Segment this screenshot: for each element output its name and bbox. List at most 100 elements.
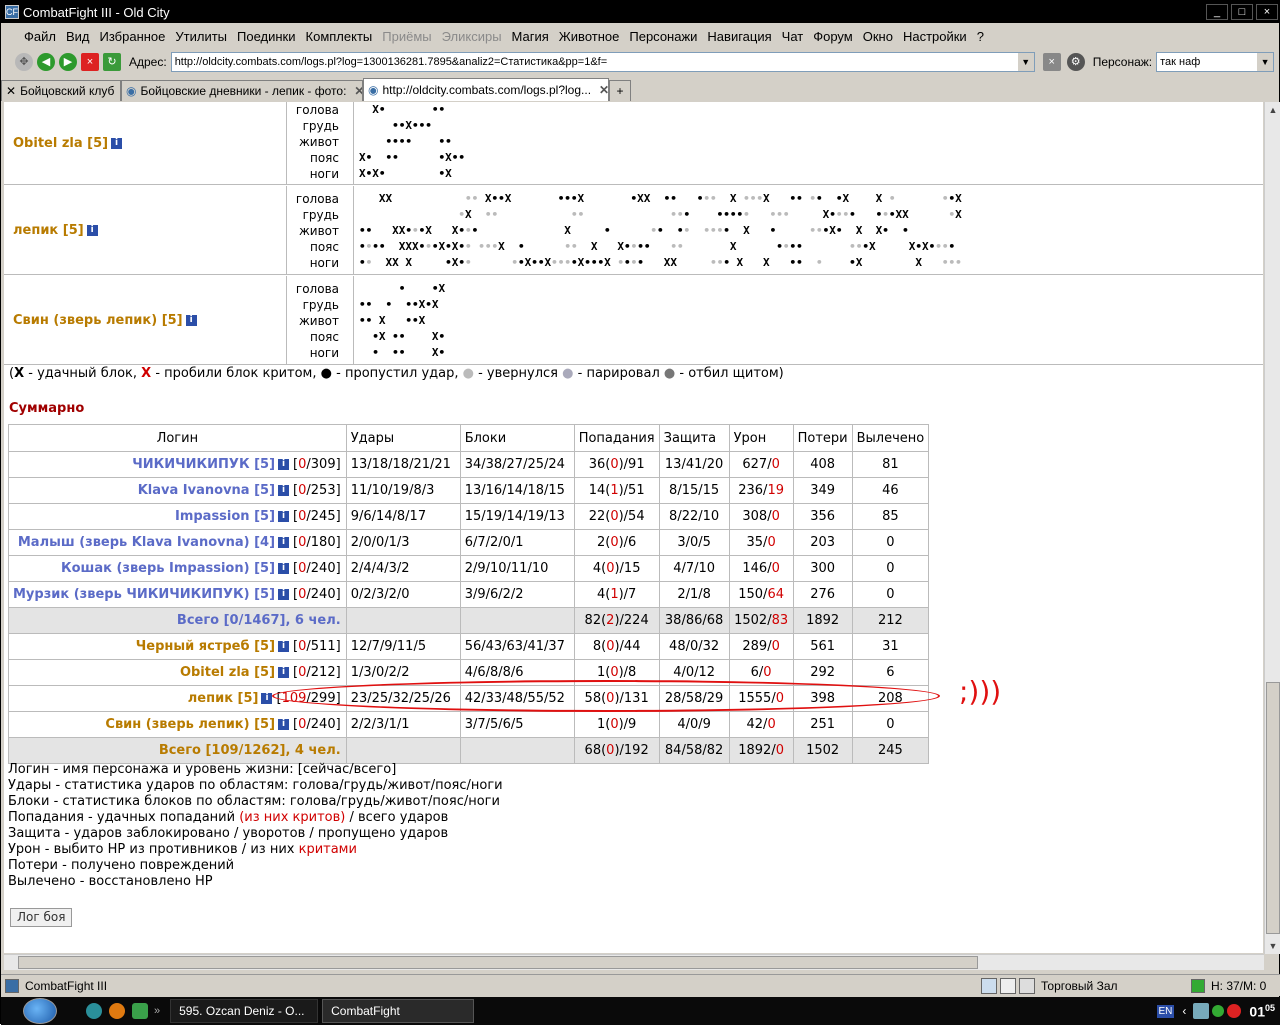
menu-item[interactable]: Животное (554, 29, 625, 44)
lang-indicator[interactable]: EN (1157, 1005, 1175, 1018)
more-icon[interactable]: » (154, 1005, 160, 1017)
hits-cell: 9/6/14/8/17 (346, 504, 460, 530)
tab-log[interactable]: ◉http://oldcity.combats.com/logs.pl?log.… (363, 78, 609, 101)
refresh-status-icon[interactable] (981, 978, 997, 994)
chevron-down-icon[interactable]: ▼ (1018, 53, 1034, 71)
back-icon[interactable]: ◀ (37, 53, 55, 71)
login-cell[interactable]: лепик [5]i[109/299] (9, 686, 347, 712)
heal-cell: 245 (852, 738, 929, 764)
info-icon[interactable]: i (261, 693, 272, 704)
menu-item[interactable]: Навигация (702, 29, 776, 44)
window-icon[interactable] (1019, 978, 1035, 994)
cell-value: 13/18/18/21/21 (351, 457, 451, 472)
menu-item[interactable]: Поединки (232, 29, 301, 44)
taskbar-item-combatfight[interactable]: CombatFight (322, 999, 474, 1023)
menu-item[interactable]: Форум (808, 29, 858, 44)
tab-close-icon[interactable]: ✕ (354, 84, 363, 98)
login-cell[interactable]: Черный ястреб [5]i[0/511] (9, 634, 347, 660)
info-icon[interactable]: i (278, 511, 289, 522)
login-cell[interactable]: Impassion [5]i[0/245] (9, 504, 347, 530)
fighter-log: лепик [5]iголовагрудьживотпоясноги XX ••… (4, 186, 1263, 275)
antivirus-icon[interactable] (1227, 1004, 1241, 1018)
hscroll-thumb[interactable] (18, 956, 978, 969)
menu-item[interactable]: Чат (777, 29, 809, 44)
address-input[interactable]: http://oldcity.combats.com/logs.pl?log=1… (171, 52, 1035, 72)
fighter-name[interactable]: Obitel zla [5]i (4, 102, 287, 184)
column-header: Блоки (460, 425, 574, 452)
start-button[interactable] (1, 997, 79, 1025)
info-icon[interactable]: i (111, 138, 122, 149)
info-icon[interactable]: i (278, 719, 289, 730)
document-icon[interactable] (1000, 978, 1016, 994)
chevron-left-icon[interactable]: ‹ (1182, 1004, 1186, 1018)
hp-total: 309 (311, 457, 336, 472)
info-icon[interactable]: i (278, 667, 289, 678)
menu-item[interactable]: Утилиты (170, 29, 232, 44)
horizontal-scrollbar[interactable] (4, 954, 1264, 970)
new-tab-button[interactable]: + (609, 80, 631, 101)
info-icon[interactable]: i (278, 589, 289, 600)
tab-close-icon[interactable]: ✕ (599, 83, 609, 97)
maximize-button[interactable]: □ (1231, 4, 1253, 20)
pin-icon[interactable]: ✥ (15, 53, 33, 71)
info-icon[interactable]: i (278, 563, 289, 574)
messenger-icon[interactable] (1212, 1005, 1224, 1017)
scroll-up-icon[interactable]: ▲ (1265, 102, 1280, 118)
menu-item[interactable]: Вид (61, 29, 95, 44)
close-button[interactable]: × (1256, 4, 1278, 20)
cell-value: 0 (767, 535, 775, 550)
login-cell[interactable]: Всего [109/1262], 4 чел. (9, 738, 347, 764)
menu-item[interactable]: Магия (507, 29, 554, 44)
login-cell[interactable]: Мурзик (зверь ЧИКИЧИКИПУК) [5]i[0/240] (9, 582, 347, 608)
taskbar-item-player[interactable]: 595. Ozcan Deniz - O... (170, 999, 318, 1023)
chevron-down-icon[interactable]: ▼ (1257, 53, 1273, 71)
cell-value: 13/41/20 (665, 457, 723, 472)
blocks-cell: 34/38/27/25/24 (460, 452, 574, 478)
info-icon[interactable]: i (278, 459, 289, 470)
menu-item[interactable]: Настройки (898, 29, 972, 44)
gears-icon[interactable]: ⚙ (1067, 53, 1085, 71)
media-quicklaunch-icon[interactable] (109, 1003, 125, 1019)
login-cell[interactable]: Свин (зверь лепик) [5]i[0/240] (9, 712, 347, 738)
hits-ok-cell: 22(0)/54 (574, 504, 659, 530)
tab-fight-club[interactable]: ✕Бойцовский клуб (1, 80, 121, 101)
menu-item[interactable]: Файл (19, 29, 61, 44)
menu-item[interactable]: Окно (858, 29, 898, 44)
login-cell[interactable]: ЧИКИЧИКИПУК [5]i[0/309] (9, 452, 347, 478)
character-select[interactable]: так наф▼ (1156, 52, 1274, 72)
login-cell[interactable]: Малыш (зверь Klava Ivanovna) [4]i[0/180] (9, 530, 347, 556)
menu-item[interactable]: Комплекты (301, 29, 378, 44)
note-red: критами (299, 842, 357, 857)
info-icon[interactable]: i (186, 315, 197, 326)
vertical-scrollbar[interactable]: ▲ ▼ (1264, 102, 1280, 954)
menu-item[interactable]: Избранное (95, 29, 171, 44)
scroll-thumb[interactable] (1266, 682, 1280, 934)
menu-item[interactable]: Приёмы (377, 29, 436, 44)
tab-close-icon[interactable]: ✕ (6, 84, 16, 98)
fighter-name[interactable]: Свин (зверь лепик) [5]i (4, 276, 287, 364)
forward-icon[interactable]: ▶ (59, 53, 77, 71)
clear-icon[interactable]: × (1043, 53, 1061, 71)
scroll-down-icon[interactable]: ▼ (1265, 938, 1280, 954)
network-icon[interactable] (1193, 1003, 1209, 1019)
menu-item[interactable]: Эликсиры (437, 29, 507, 44)
info-icon[interactable]: i (278, 641, 289, 652)
refresh-icon[interactable]: ↻ (103, 53, 121, 71)
tab-diaries[interactable]: ◉Бойцовские дневники - лепик - фото:✕ (121, 80, 363, 101)
login-cell[interactable]: Obitel zla [5]i[0/212] (9, 660, 347, 686)
login-cell[interactable]: Кошак (зверь Impassion) [5]i[0/240] (9, 556, 347, 582)
fight-log-button[interactable]: Лог боя (10, 908, 72, 927)
hp-value: [0/253] (293, 483, 341, 498)
stop-icon[interactable]: × (81, 53, 99, 71)
menu-item[interactable]: Персонажи (624, 29, 702, 44)
info-icon[interactable]: i (278, 485, 289, 496)
fighter-name[interactable]: лепик [5]i (4, 186, 287, 274)
login-cell[interactable]: Всего [0/1467], 6 чел. (9, 608, 347, 634)
menu-item[interactable]: ? (972, 29, 989, 44)
browser-quicklaunch-icon[interactable] (86, 1003, 102, 1019)
minimize-button[interactable]: _ (1206, 4, 1228, 20)
info-icon[interactable]: i (87, 225, 98, 236)
info-icon[interactable]: i (278, 537, 289, 548)
app-quicklaunch-icon[interactable] (132, 1003, 148, 1019)
login-cell[interactable]: Klava Ivanovna [5]i[0/253] (9, 478, 347, 504)
